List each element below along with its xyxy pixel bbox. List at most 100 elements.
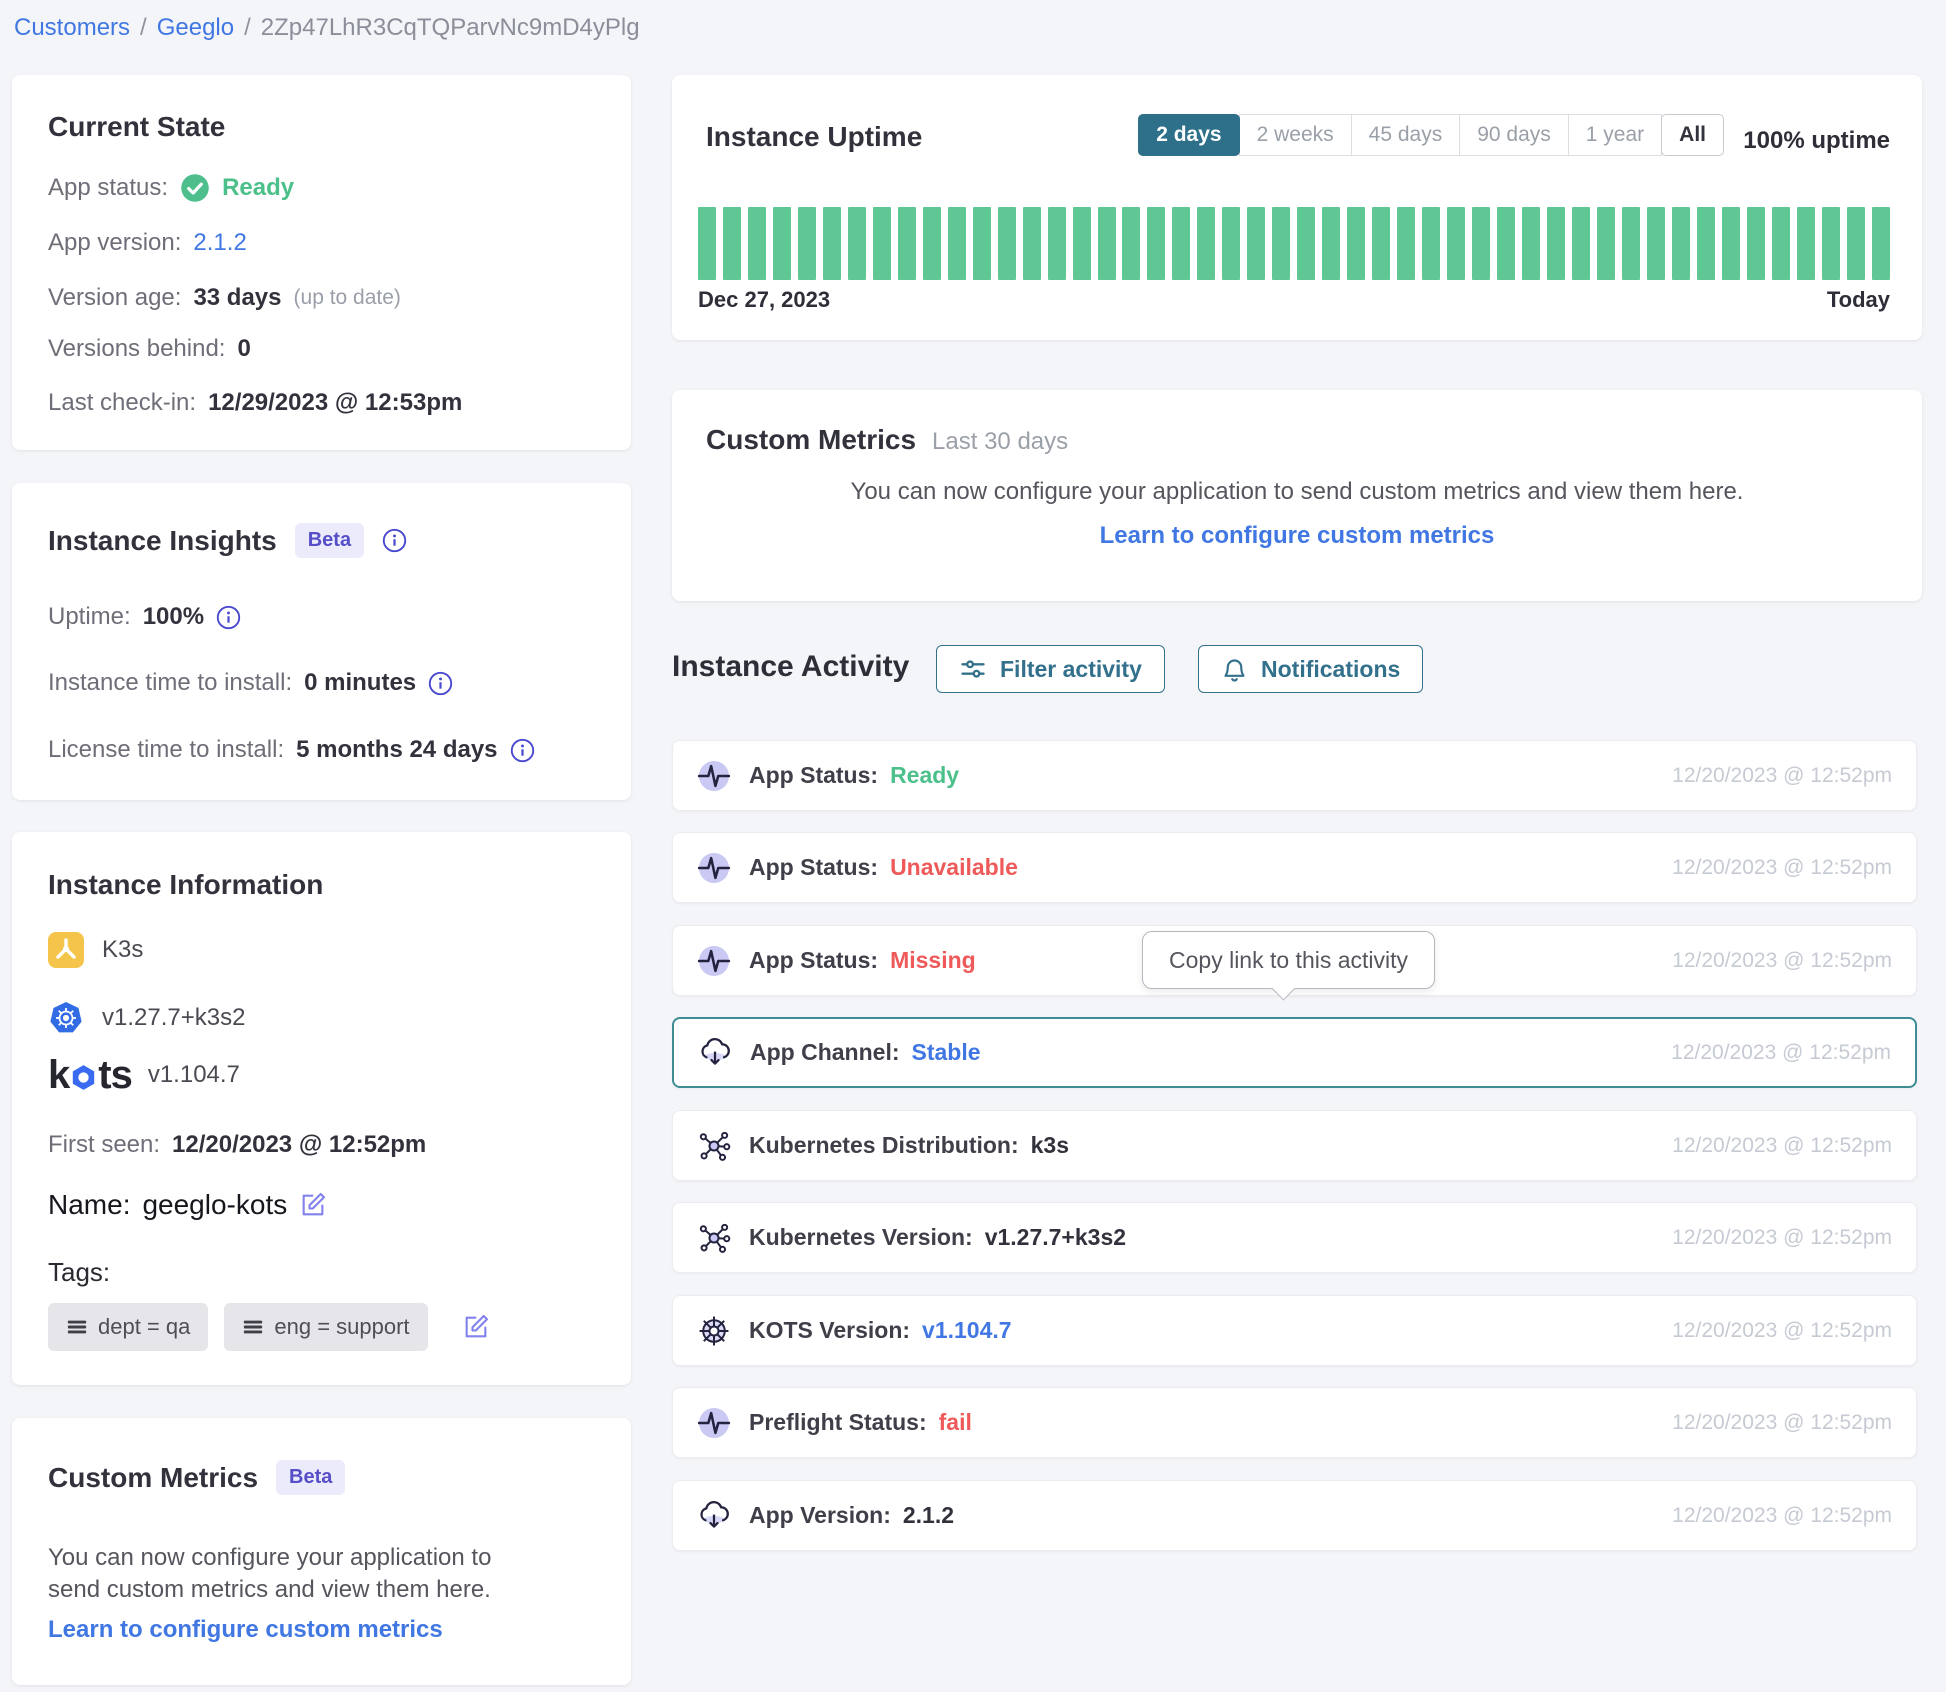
info-icon[interactable]: [382, 528, 407, 553]
activity-row-app-status[interactable]: App Status:Unavailable12/20/2023 @ 12:52…: [672, 832, 1917, 903]
uptime-bar[interactable]: [1872, 207, 1890, 280]
uptime-bar[interactable]: [823, 207, 841, 280]
uptime-bar[interactable]: [1447, 207, 1465, 280]
activity-row-kubernetes-version[interactable]: Kubernetes Version:v1.27.7+k3s212/20/202…: [672, 1202, 1917, 1273]
uptime-range-2-days[interactable]: 2 days: [1138, 114, 1239, 156]
versions-behind-value: 0: [237, 333, 250, 365]
uptime-range-1-year[interactable]: 1 year: [1568, 114, 1662, 156]
uptime-bar[interactable]: [1647, 207, 1665, 280]
uptime-bar[interactable]: [1622, 207, 1640, 280]
activity-label: App Status:: [749, 854, 878, 881]
activity-row-kubernetes-distribution[interactable]: Kubernetes Distribution:k3s12/20/2023 @ …: [672, 1110, 1917, 1181]
uptime-range-90-days[interactable]: 90 days: [1459, 114, 1569, 156]
uptime-bar[interactable]: [1322, 207, 1340, 280]
versions-behind-row: Versions behind: 0: [48, 333, 251, 365]
uptime-bar[interactable]: [1847, 207, 1865, 280]
filter-activity-button[interactable]: Filter activity: [936, 645, 1165, 693]
uptime-bar[interactable]: [1122, 207, 1140, 280]
uptime-bar[interactable]: [1247, 207, 1265, 280]
instance-uptime-card: Instance Uptime 2 days2 weeks45 days90 d…: [672, 75, 1922, 340]
app-version-value[interactable]: 2.1.2: [193, 227, 246, 259]
uptime-range-2-weeks[interactable]: 2 weeks: [1239, 114, 1352, 156]
uptime-bar[interactable]: [1073, 207, 1091, 280]
first-seen-label: First seen:: [48, 1129, 160, 1161]
uptime-bar[interactable]: [748, 207, 766, 280]
kots-logo-ts: ts: [98, 1059, 132, 1091]
uptime-bar[interactable]: [1297, 207, 1315, 280]
pulse-icon: [697, 851, 731, 885]
activity-label: Kubernetes Version:: [749, 1224, 973, 1251]
uptime-bar[interactable]: [698, 207, 716, 280]
uptime-bar[interactable]: [1672, 207, 1690, 280]
uptime-bar[interactable]: [873, 207, 891, 280]
uptime-bar[interactable]: [773, 207, 791, 280]
custom-metrics-left-title: Custom Metrics: [48, 1462, 258, 1494]
uptime-bar[interactable]: [1597, 207, 1615, 280]
uptime-range-all[interactable]: All: [1661, 114, 1724, 156]
instance-time-to-install-row: Instance time to install: 0 minutes: [48, 667, 453, 699]
uptime-bar[interactable]: [1547, 207, 1565, 280]
info-icon[interactable]: [428, 671, 453, 696]
uptime-range-45-days[interactable]: 45 days: [1351, 114, 1461, 156]
uptime-value: 100%: [143, 601, 204, 633]
uptime-bar[interactable]: [1172, 207, 1190, 280]
instance-name-label: Name:: [48, 1185, 130, 1225]
uptime-bar[interactable]: [1522, 207, 1540, 280]
uptime-bar[interactable]: [1098, 207, 1116, 280]
breadcrumb-item-customers[interactable]: Customers: [14, 14, 130, 42]
uptime-bar[interactable]: [973, 207, 991, 280]
uptime-bar[interactable]: [1822, 207, 1840, 280]
uptime-bar[interactable]: [1372, 207, 1390, 280]
uptime-bar[interactable]: [1797, 207, 1815, 280]
uptime-bar[interactable]: [798, 207, 816, 280]
configure-custom-metrics-link[interactable]: Learn to configure custom metrics: [48, 1616, 443, 1644]
activity-row-app-status[interactable]: App Status:Ready12/20/2023 @ 12:52pm: [672, 740, 1917, 811]
uptime-bar[interactable]: [1697, 207, 1715, 280]
breadcrumb-item-2zp47lhr3cqt: 2Zp47LhR3CqTQParvNc9mD4yPlg: [261, 14, 640, 42]
cloud-download-icon: [697, 1499, 731, 1533]
edit-name-icon[interactable]: [299, 1191, 327, 1219]
beta-badge: Beta: [295, 523, 364, 558]
uptime-bar[interactable]: [1422, 207, 1440, 280]
uptime-bar[interactable]: [1272, 207, 1290, 280]
cloud-download-icon: [698, 1036, 732, 1070]
breadcrumb-separator: /: [140, 14, 147, 42]
activity-row-preflight-status[interactable]: Preflight Status:fail12/20/2023 @ 12:52p…: [672, 1387, 1917, 1458]
uptime-bar[interactable]: [1497, 207, 1515, 280]
info-icon[interactable]: [510, 738, 535, 763]
uptime-bar[interactable]: [1722, 207, 1740, 280]
activity-row-app-channel[interactable]: App Channel:Stable12/20/2023 @ 12:52pm: [672, 1017, 1917, 1088]
activity-label: App Status:: [749, 762, 878, 789]
uptime-bar[interactable]: [1472, 207, 1490, 280]
uptime-bar[interactable]: [1397, 207, 1415, 280]
uptime-bar[interactable]: [898, 207, 916, 280]
tags-row: dept = qaeng = support: [48, 1303, 490, 1351]
configure-custom-metrics-link[interactable]: Learn to configure custom metrics: [672, 522, 1922, 550]
uptime-bar[interactable]: [1023, 207, 1041, 280]
breadcrumb-item-geeglo[interactable]: Geeglo: [157, 14, 234, 42]
activity-row-app-version[interactable]: App Version:2.1.212/20/2023 @ 12:52pm: [672, 1480, 1917, 1551]
notifications-button[interactable]: Notifications: [1198, 645, 1423, 693]
custom-metrics-right-title: Custom Metrics: [706, 424, 916, 456]
tags-label: Tags:: [48, 1256, 110, 1288]
uptime-bar[interactable]: [1572, 207, 1590, 280]
uptime-summary: 100% uptime: [1743, 127, 1890, 155]
uptime-bar[interactable]: [848, 207, 866, 280]
info-icon[interactable]: [216, 605, 241, 630]
uptime-bar[interactable]: [923, 207, 941, 280]
uptime-bar[interactable]: [1347, 207, 1365, 280]
uptime-bar[interactable]: [1222, 207, 1240, 280]
uptime-bar[interactable]: [1197, 207, 1215, 280]
uptime-bar[interactable]: [1147, 207, 1165, 280]
edit-tags-icon[interactable]: [462, 1313, 490, 1341]
activity-label: Preflight Status:: [749, 1409, 927, 1436]
uptime-bar[interactable]: [998, 207, 1016, 280]
uptime-bar[interactable]: [948, 207, 966, 280]
uptime-bar[interactable]: [1772, 207, 1790, 280]
uptime-bar[interactable]: [1048, 207, 1066, 280]
uptime-bar[interactable]: [1747, 207, 1765, 280]
uptime-bar[interactable]: [723, 207, 741, 280]
activity-value: Unavailable: [890, 854, 1018, 881]
activity-row-kots-version[interactable]: KOTS Version:v1.104.712/20/2023 @ 12:52p…: [672, 1295, 1917, 1366]
breadcrumb-separator: /: [244, 14, 251, 42]
